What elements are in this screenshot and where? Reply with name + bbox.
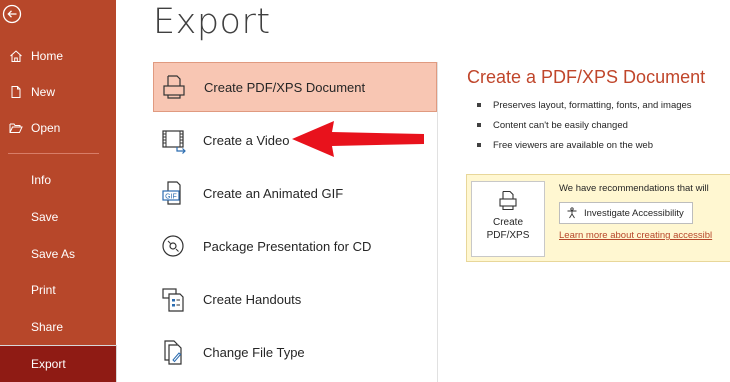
- sidebar-divider: [8, 153, 99, 154]
- sidebar-item-home[interactable]: Home: [0, 38, 116, 74]
- accessibility-recommendation-panel: Create PDF/XPS We have recommendations t…: [466, 174, 730, 262]
- list-item: Content can't be easily changed: [477, 115, 692, 135]
- page-title: Export: [153, 2, 271, 42]
- sidebar-item-label: Open: [31, 121, 61, 135]
- option-label: Package Presentation for CD: [203, 238, 372, 254]
- sidebar-item-export[interactable]: Export: [0, 345, 117, 382]
- folder-open-icon: [9, 123, 23, 133]
- sidebar-item-open[interactable]: Open: [0, 110, 116, 146]
- pdf-document-icon: [499, 190, 517, 211]
- option-label: Create PDF/XPS Document: [204, 79, 366, 95]
- bullet-text: Content can't be easily changed: [493, 119, 628, 131]
- bullet-text: Preserves layout, formatting, fonts, and…: [493, 99, 692, 111]
- change-file-type-icon: [164, 340, 182, 365]
- option-label: Create Handouts: [203, 291, 302, 307]
- new-document-icon: [11, 86, 21, 98]
- sidebar-item-label: Export: [31, 357, 66, 371]
- sidebar-item-label: Info: [31, 173, 52, 187]
- sidebar-item-label: New: [31, 85, 56, 99]
- bullet-icon: [477, 143, 481, 147]
- list-item: Free viewers are available on the web: [477, 135, 692, 155]
- sidebar-item-label: Share: [31, 320, 64, 334]
- option-label: Change File Type: [203, 344, 305, 360]
- back-arrow-icon[interactable]: [2, 4, 22, 24]
- svg-text:GIF: GIF: [165, 193, 177, 200]
- detail-title: Create a PDF/XPS Document: [467, 67, 706, 87]
- investigate-accessibility-button[interactable]: Investigate Accessibility: [559, 202, 693, 224]
- option-package-presentation-cd[interactable]: Package Presentation for CD: [153, 221, 437, 271]
- learn-more-link[interactable]: Learn more about creating accessibl: [559, 230, 712, 241]
- handouts-icon: [162, 288, 184, 312]
- option-create-handouts[interactable]: Create Handouts: [153, 274, 437, 324]
- bullet-text: Free viewers are available on the web: [493, 139, 654, 151]
- bullet-icon: [477, 103, 481, 107]
- create-button-label-line2: PDF/XPS: [486, 230, 530, 241]
- sidebar-item-label: Print: [31, 283, 56, 297]
- pdf-document-icon: [163, 75, 185, 99]
- create-pdf-xps-button[interactable]: Create PDF/XPS: [471, 181, 545, 257]
- feature-bullet-list: Preserves layout, formatting, fonts, and…: [477, 95, 692, 155]
- sidebar-item-label: Home: [31, 49, 64, 63]
- red-arrow-annotation: [292, 121, 424, 157]
- bullet-icon: [477, 123, 481, 127]
- sidebar-item-save-as[interactable]: Save As: [0, 236, 116, 272]
- list-item: Preserves layout, formatting, fonts, and…: [477, 95, 692, 115]
- option-label: Create an Animated GIF: [203, 185, 344, 201]
- accessibility-icon: [567, 207, 577, 219]
- cd-icon: [162, 235, 184, 257]
- create-button-label-line1: Create: [492, 217, 523, 228]
- home-icon: [10, 50, 22, 62]
- recommendation-text: We have recommendations that will: [559, 183, 709, 194]
- investigate-label: Investigate Accessibility: [584, 207, 684, 219]
- sidebar-item-share[interactable]: Share: [0, 309, 116, 345]
- sidebar-item-save[interactable]: Save: [0, 199, 116, 235]
- sidebar-item-label: Save As: [31, 247, 76, 261]
- gif-icon: GIF: [162, 181, 181, 205]
- sidebar-item-print[interactable]: Print: [0, 272, 116, 308]
- sidebar-item-info[interactable]: Info: [0, 162, 116, 198]
- sidebar-item-new[interactable]: New: [0, 74, 116, 110]
- sidebar-item-label: Save: [31, 210, 59, 224]
- option-label: Create a Video: [203, 132, 290, 148]
- video-icon: [162, 130, 186, 154]
- option-change-file-type[interactable]: Change File Type: [153, 327, 437, 377]
- option-create-pdf-xps[interactable]: Create PDF/XPS Document: [153, 62, 437, 112]
- backstage-sidebar: Home New Open Info Save Save As Print Sh…: [0, 0, 117, 382]
- option-create-animated-gif[interactable]: GIF Create an Animated GIF: [153, 168, 437, 218]
- export-options-list: Create PDF/XPS Document Create a Video G…: [153, 62, 438, 382]
